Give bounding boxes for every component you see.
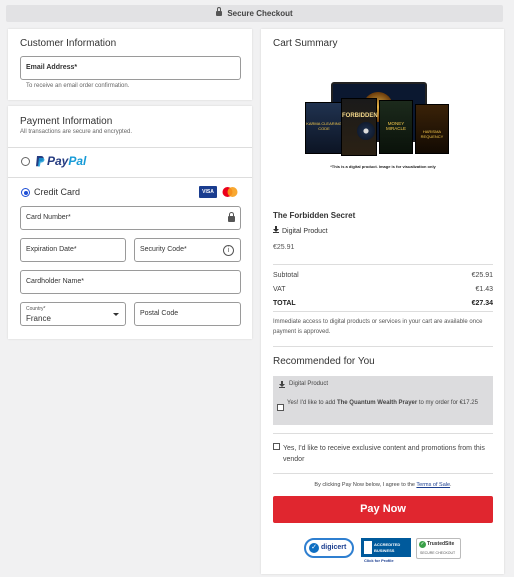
recommended-box: Digital Product Yes! I'd like to add The… [273, 376, 493, 425]
terms-prefix: By clicking Pay Now below, I agree to th… [314, 482, 417, 488]
trustedsite-name: TrustedSite [427, 541, 455, 547]
total-value: €27.34 [471, 300, 493, 307]
cardholder-name-label: Cardholder Name* [26, 278, 84, 285]
subtotal-value: €25.91 [471, 272, 493, 279]
payment-divider-2 [8, 177, 252, 178]
cd-disc [357, 122, 375, 140]
access-note: Immediate access to digital products or … [273, 319, 483, 335]
credit-card-label: Credit Card [34, 187, 81, 197]
subtotal-label: Subtotal [273, 272, 299, 279]
product-type-label: Digital Product [282, 228, 328, 235]
cart-divider-1 [273, 264, 493, 265]
total-label: TOTAL [273, 300, 296, 307]
country-select-value: France [26, 314, 51, 323]
paypal-label: PayPal [47, 154, 86, 168]
paypal-icon [36, 156, 45, 167]
trustedsite-badge[interactable]: ✓ TrustedSite SECURE CHECKOUT [416, 538, 461, 559]
secure-checkout-label: Secure Checkout [227, 9, 293, 18]
customer-info-title: Customer Information [20, 38, 117, 49]
product-type: Digital Product [273, 226, 328, 235]
digicert-badge[interactable]: ✓ digicert [304, 538, 354, 558]
postal-code-field[interactable]: Postal Code [134, 302, 241, 326]
vat-row: VAT €1.43 [273, 286, 493, 293]
terms-link[interactable]: Terms of Sale [416, 482, 450, 488]
lock-icon [216, 7, 223, 16]
paypal-label-prefix: Pay [47, 154, 69, 168]
postal-code-label: Postal Code [140, 310, 179, 317]
product-image: KARMA CLEARING CODE FORBIDDEN MONEY MIRA… [305, 82, 455, 166]
email-field-label: Email Address* [26, 64, 78, 71]
cart-summary-title: Cart Summary [273, 38, 338, 49]
product-image-caption: *This is a digital product. Image is for… [330, 164, 436, 169]
secure-checkout-bar: Secure Checkout [6, 5, 503, 22]
cart-divider-5 [273, 473, 493, 474]
download-icon [279, 381, 285, 388]
card-number-label: Card Number* [26, 214, 71, 221]
expiration-date-field[interactable]: Expiration Date* [20, 238, 126, 262]
recommended-product-type: Digital Product [289, 381, 329, 387]
cart-divider-2 [273, 311, 493, 312]
trustedsite-check-icon: ✓ [419, 541, 426, 548]
credit-card-option[interactable]: Credit Card VISA [20, 186, 240, 200]
mastercard-icon [221, 186, 239, 198]
bbb-line2: BUSINESS [374, 548, 395, 553]
cart-divider-3 [273, 346, 493, 347]
cart-divider-4 [273, 433, 493, 434]
product-price: €25.91 [273, 244, 295, 251]
credit-card-radio[interactable] [21, 188, 30, 197]
visa-icon: VISA [199, 186, 217, 198]
bbb-click: Click for Profile [364, 558, 394, 563]
trustedsite-sub: SECURE CHECKOUT [420, 551, 456, 555]
promo-checkbox[interactable] [273, 443, 280, 450]
vat-label: VAT [273, 286, 286, 293]
info-icon[interactable]: i [223, 245, 234, 256]
paypal-radio[interactable] [21, 157, 30, 166]
chevron-down-icon [113, 313, 119, 316]
pay-now-button[interactable]: Pay Now [273, 496, 493, 523]
subtotal-row: Subtotal €25.91 [273, 272, 493, 279]
offer-suffix: to my order for €17.25 [417, 400, 478, 406]
payment-info-title: Payment Information [20, 116, 113, 127]
book-charisma: HARISMA REQUENCY [415, 104, 449, 154]
paypal-option[interactable]: PayPal [20, 153, 240, 171]
payment-info-card: Payment Information All transactions are… [8, 106, 252, 339]
promo-label[interactable]: Yes, I'd like to receive exclusive conte… [283, 443, 493, 465]
security-code-field[interactable]: Security Code* i [134, 238, 241, 262]
book-money: MONEY MIRACLE [379, 100, 413, 154]
recommended-offer-text[interactable]: Yes! I'd like to add The Quantum Wealth … [287, 399, 487, 408]
card-number-field[interactable]: Card Number* [20, 206, 241, 230]
bbb-line1: ACCREDITED [374, 542, 401, 547]
download-icon [273, 226, 279, 233]
cardholder-name-field[interactable]: Cardholder Name* [20, 270, 241, 294]
recommended-title: Recommended for You [273, 356, 375, 367]
offer-prefix: Yes! I'd like to add [287, 400, 337, 406]
email-field[interactable]: Email Address* [20, 56, 241, 80]
product-name: The Forbidden Secret [273, 211, 356, 220]
book-karma: KARMA CLEARING CODE [305, 102, 343, 154]
bbb-badge[interactable]: ACCREDITED BUSINESS Click for Profile [361, 538, 411, 564]
payment-info-subtitle: All transactions are secure and encrypte… [20, 129, 133, 135]
country-select-label: Country* [26, 306, 46, 312]
digicert-check-icon: ✓ [309, 543, 319, 553]
recommended-offer-checkbox[interactable] [277, 404, 284, 411]
vat-value: €1.43 [475, 286, 493, 293]
terms-suffix: . [450, 482, 452, 488]
digicert-label: digicert [321, 544, 347, 551]
security-code-label: Security Code* [140, 246, 187, 253]
offer-product: The Quantum Wealth Prayer [336, 400, 418, 406]
bbb-icon [364, 541, 372, 554]
payment-divider-1 [8, 147, 252, 148]
email-hint: To receive an email order confirmation. [26, 83, 130, 89]
lock-icon [228, 212, 235, 222]
country-select[interactable]: Country* France [20, 302, 126, 326]
terms-text: By clicking Pay Now below, I agree to th… [273, 482, 493, 488]
expiration-date-label: Expiration Date* [26, 246, 77, 253]
total-row: TOTAL €27.34 [273, 300, 493, 307]
paypal-label-suffix: Pal [68, 154, 87, 168]
customer-info-card: Customer Information Email Address* To r… [8, 29, 252, 100]
